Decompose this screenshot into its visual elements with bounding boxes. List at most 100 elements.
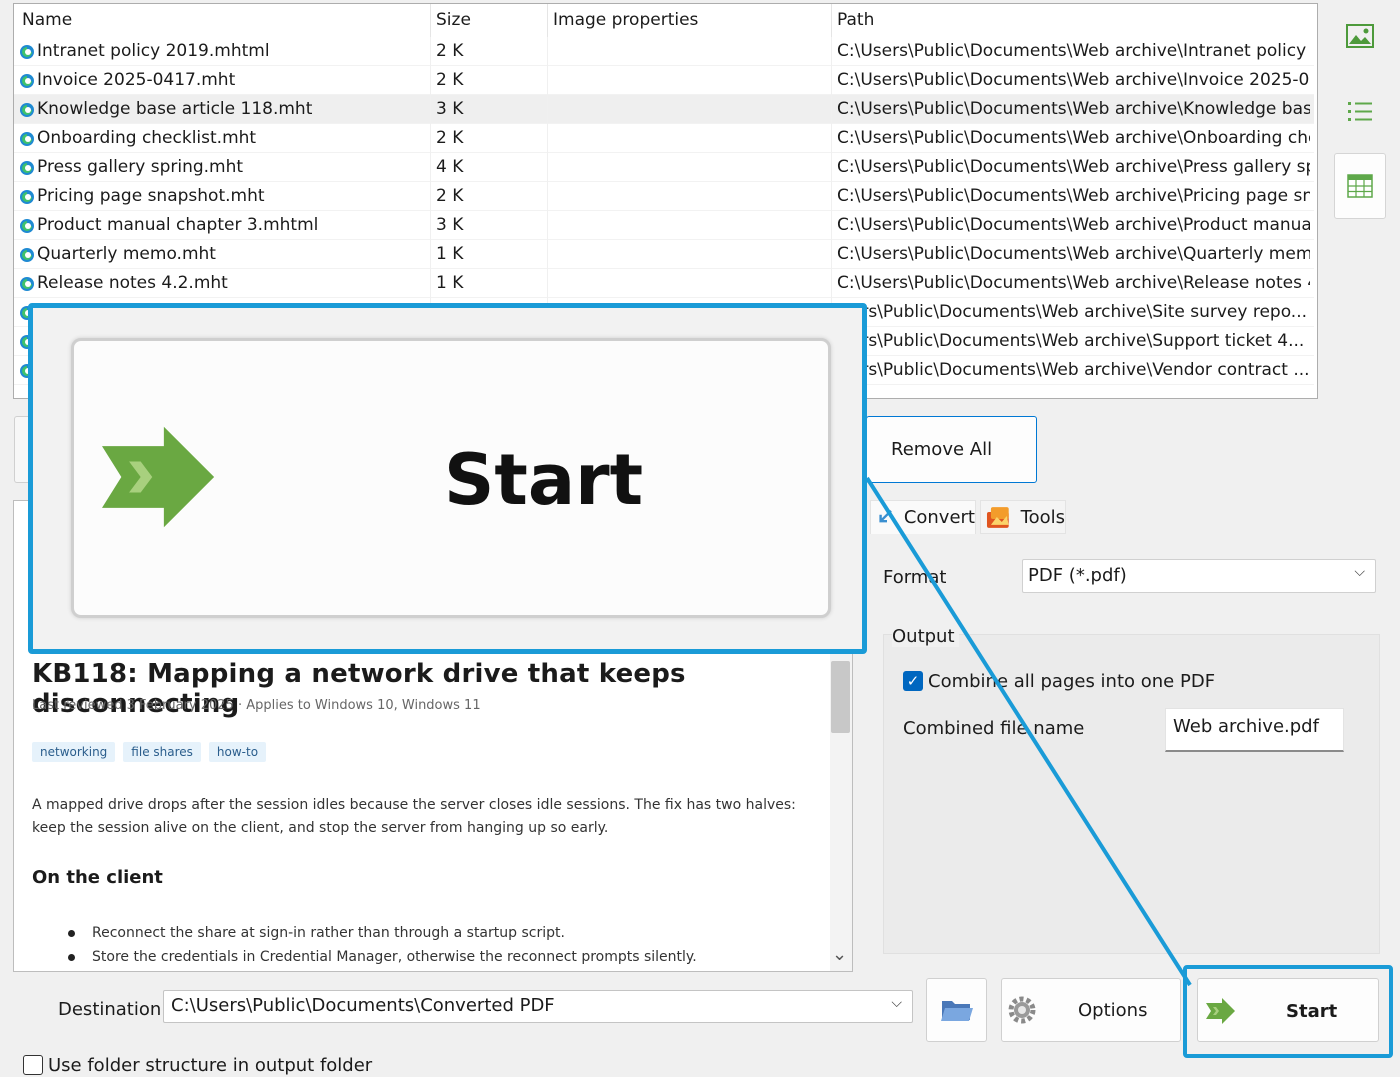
format-value: PDF (*.pdf) [1028, 565, 1127, 586]
file-path: C:\Users\Public\Documents\Web archive\Kn… [837, 99, 1310, 119]
file-path: C:\Users\Public\Documents\Web archive\On… [837, 128, 1310, 148]
options-label: Options [1078, 999, 1148, 1021]
destination-value: C:\Users\Public\Documents\Converted PDF [171, 995, 555, 1016]
tab-convert-label: Convert [903, 507, 975, 528]
file-name: Intranet policy 2019.mhtml [37, 41, 270, 61]
folder-open-icon [940, 1001, 973, 1021]
combine-pages-label[interactable]: Combine all pages into one PDF [928, 671, 1215, 692]
file-path: C:\Users\Public\Documents\Web archive\Pr… [837, 157, 1310, 177]
combined-file-name-label: Combined file name [903, 718, 1085, 739]
file-name: Product manual chapter 3.mhtml [37, 215, 319, 235]
callout-zoom: Start [28, 303, 867, 654]
file-name: Invoice 2025-0417.mht [37, 70, 236, 90]
file-name: Onboarding checklist.mht [37, 128, 257, 148]
web-archive-file-icon [20, 74, 34, 88]
output-label: Output [892, 626, 959, 647]
file-size: 3 K [436, 99, 464, 119]
combined-file-name-value: Web archive.pdf [1173, 716, 1319, 737]
format-select[interactable]: PDF (*.pdf) ⌵ [1022, 559, 1376, 593]
file-size: 1 K [436, 273, 464, 293]
file-name: Release notes 4.2.mht [37, 273, 228, 293]
file-size: 2 K [436, 70, 464, 90]
remove-all-label: Remove All [891, 439, 993, 460]
web-archive-file-icon [20, 248, 34, 262]
table-row[interactable]: Quarterly memo.mht 1 K C:\Users\Public\Doc… [14, 240, 1314, 269]
list-item: Reconnect the share at sign-in rather th… [66, 921, 697, 945]
column-header-size[interactable]: Size [436, 10, 471, 30]
format-label: Format [883, 567, 947, 588]
web-archive-file-icon [20, 190, 34, 204]
column-header-name[interactable]: Name [22, 10, 72, 30]
column-header-path[interactable]: Path [837, 10, 874, 30]
file-size: 1 K [436, 244, 464, 264]
folder-structure-checkbox[interactable] [23, 1055, 43, 1075]
web-archive-file-icon [20, 103, 34, 117]
web-archive-file-icon [20, 132, 34, 146]
preview-meta: Last reviewed 3 February 2025 · Applies … [32, 698, 481, 713]
tab-tools[interactable]: Tools [980, 500, 1066, 534]
table-row[interactable]: Knowledge base article 118.mht 3 K C:\User… [14, 95, 1314, 124]
table-row[interactable]: Intranet policy 2019.mhtml 2 K C:\Users\Pu… [14, 37, 1314, 66]
file-size: 2 K [436, 128, 464, 148]
tag[interactable]: how-to [208, 742, 267, 762]
file-size: 2 K [436, 41, 464, 61]
destination-label: Destination [58, 999, 162, 1020]
callout-target-highlight [1183, 965, 1393, 1058]
list-item: Store the credentials in Credential Mana… [66, 945, 697, 969]
column-header-image-properties[interactable]: Image properties [553, 10, 698, 30]
file-path: C:\Users\Public\Documents\Web archive\In… [837, 70, 1310, 90]
file-path: C:\Users\Public\Documents\Web archive\Qu… [837, 244, 1310, 264]
file-path: Jsers\Public\Documents\Web archive\Vendo… [837, 360, 1310, 380]
preview-bullets: Reconnect the share at sign-in rather th… [66, 921, 697, 969]
tab-convert[interactable]: Convert [870, 500, 976, 534]
web-archive-file-icon [20, 219, 34, 233]
list-view-icon [1348, 102, 1372, 121]
start-arrow-icon [102, 426, 215, 528]
file-path: Jsers\Public\Documents\Web archive\Suppo… [837, 331, 1305, 351]
list-view-button[interactable] [1334, 81, 1386, 141]
table-row[interactable]: Onboarding checklist.mht 2 K C:\Users\Publ… [14, 124, 1314, 153]
file-name: Press gallery spring.mht [37, 157, 244, 177]
callout-start-button: Start [71, 338, 831, 618]
gear-icon [1008, 996, 1036, 1024]
convert-icon [879, 509, 892, 522]
callout-start-label: Start [444, 439, 644, 521]
file-name: Pricing page snapshot.mht [37, 186, 265, 206]
thumbnail-view-icon [1346, 24, 1374, 48]
table-row[interactable]: Release notes 4.2.mht 1 K C:\Users\Public\… [14, 269, 1314, 298]
file-size: 2 K [436, 186, 464, 206]
options-button[interactable]: Options [1001, 978, 1181, 1042]
combined-file-name-input[interactable]: Web archive.pdf [1165, 708, 1344, 752]
file-list-header: Name Size Image properties Path [14, 4, 1317, 37]
browse-folder-button[interactable] [926, 978, 987, 1042]
grid-view-icon [1347, 174, 1373, 198]
tab-tools-label: Tools [1020, 506, 1065, 528]
grid-view-button[interactable] [1334, 153, 1386, 219]
file-size: 3 K [436, 215, 464, 235]
thumbnail-view-button[interactable] [1334, 6, 1386, 66]
web-archive-file-icon [20, 45, 34, 59]
scrollbar-thumb[interactable] [831, 661, 850, 733]
tag[interactable]: networking [32, 742, 116, 762]
file-path: C:\Users\Public\Documents\Web archive\In… [837, 41, 1310, 61]
table-row[interactable]: Press gallery spring.mht 4 K C:\Users\Publ… [14, 153, 1314, 182]
table-row[interactable]: Pricing page snapshot.mht 2 K C:\Users\Pub… [14, 182, 1314, 211]
destination-select[interactable]: C:\Users\Public\Documents\Converted PDF … [163, 990, 913, 1023]
table-row[interactable]: Invoice 2025-0417.mht 2 K C:\Users\Public\… [14, 66, 1314, 95]
combine-pages-checkbox[interactable]: ✓ [903, 671, 923, 691]
remove-all-button[interactable]: Remove All [866, 416, 1037, 483]
preview-intro: A mapped drive drops after the session i… [32, 797, 796, 836]
file-path: C:\Users\Public\Documents\Web archive\Pr… [837, 186, 1310, 206]
web-archive-file-icon [20, 277, 34, 291]
file-size: 4 K [436, 157, 464, 177]
preview-heading: On the client [32, 867, 163, 888]
folder-structure-label[interactable]: Use folder structure in output folder [48, 1055, 372, 1076]
chevron-down-icon: ⌵ [1354, 564, 1365, 580]
chevron-down-icon: ⌵ [891, 995, 902, 1011]
tools-icon [986, 507, 1009, 528]
web-archive-file-icon [20, 161, 34, 175]
file-name: Knowledge base article 118.mht [37, 99, 313, 119]
tag[interactable]: file shares [123, 742, 201, 762]
scroll-down-icon[interactable]: ⌄ [832, 944, 847, 965]
table-row[interactable]: Product manual chapter 3.mhtml 3 K C:\User… [14, 211, 1314, 240]
